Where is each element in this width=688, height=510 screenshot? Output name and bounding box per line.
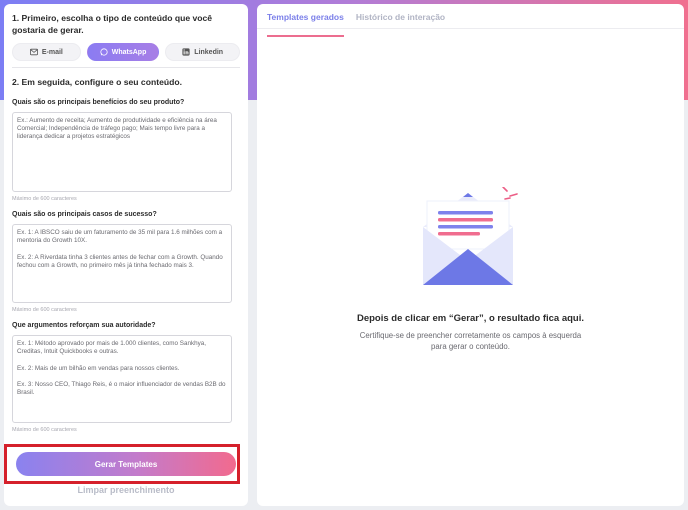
mail-icon — [29, 48, 38, 56]
authority-textarea[interactable]: Ex. 1: Método aprovado por mais de 1.000… — [12, 335, 232, 423]
question-benefits-label: Quais são os principais benefícios do se… — [12, 99, 185, 106]
whatsapp-icon — [100, 48, 108, 56]
type-whatsapp-button[interactable]: WhatsApp — [86, 43, 160, 61]
empty-state-subtitle: Certifique-se de preencher corretamente … — [359, 331, 582, 351]
clear-fields-link[interactable]: Limpar preenchimento — [4, 485, 248, 495]
type-email-button[interactable]: E-mail — [12, 43, 81, 61]
tab-generated-templates[interactable]: Templates gerados — [267, 12, 344, 37]
type-linkedin-label: Linkedin — [194, 48, 224, 56]
results-tabs: Templates gerados Histórico de interação — [257, 4, 684, 37]
step1-title: 1. Primeiro, escolha o tipo de conteúdo … — [12, 13, 213, 35]
question-success-cases-label: Quais são os principais casos de sucesso… — [12, 211, 157, 218]
benefits-char-limit: Máximo de 600 caracteres — [12, 196, 77, 202]
section-divider — [12, 67, 240, 68]
empty-state-title: Depois de clicar em “Gerar”, o resultado… — [356, 313, 585, 324]
question-authority-label: Que argumentos reforçam sua autoridade? — [12, 322, 156, 329]
benefits-textarea[interactable]: Ex.: Aumento de receita; Aumento de prod… — [12, 112, 232, 192]
step2-title: 2. Em seguida, configure o seu conteúdo. — [12, 77, 182, 87]
results-panel: Templates gerados Histórico de interação… — [257, 4, 684, 506]
success-cases-textarea[interactable]: Ex. 1: A IBSCO saiu de um faturamento de… — [12, 224, 232, 303]
envelope-illustration-icon — [423, 187, 518, 285]
authority-char-limit: Máximo de 600 caracteres — [12, 427, 77, 433]
success-cases-char-limit: Máximo de 600 caracteres — [12, 307, 77, 313]
linkedin-icon — [182, 48, 190, 56]
content-type-selector: E-mail WhatsApp Linkedin — [12, 43, 240, 61]
content-config-panel: 1. Primeiro, escolha o tipo de conteúdo … — [4, 4, 248, 506]
type-email-label: E-mail — [41, 48, 63, 56]
tab-interaction-history[interactable]: Histórico de interação — [356, 12, 445, 37]
generate-templates-button[interactable]: Gerar Templates — [16, 452, 236, 476]
type-linkedin-button[interactable]: Linkedin — [165, 43, 240, 61]
type-whatsapp-label: WhatsApp — [111, 48, 147, 56]
